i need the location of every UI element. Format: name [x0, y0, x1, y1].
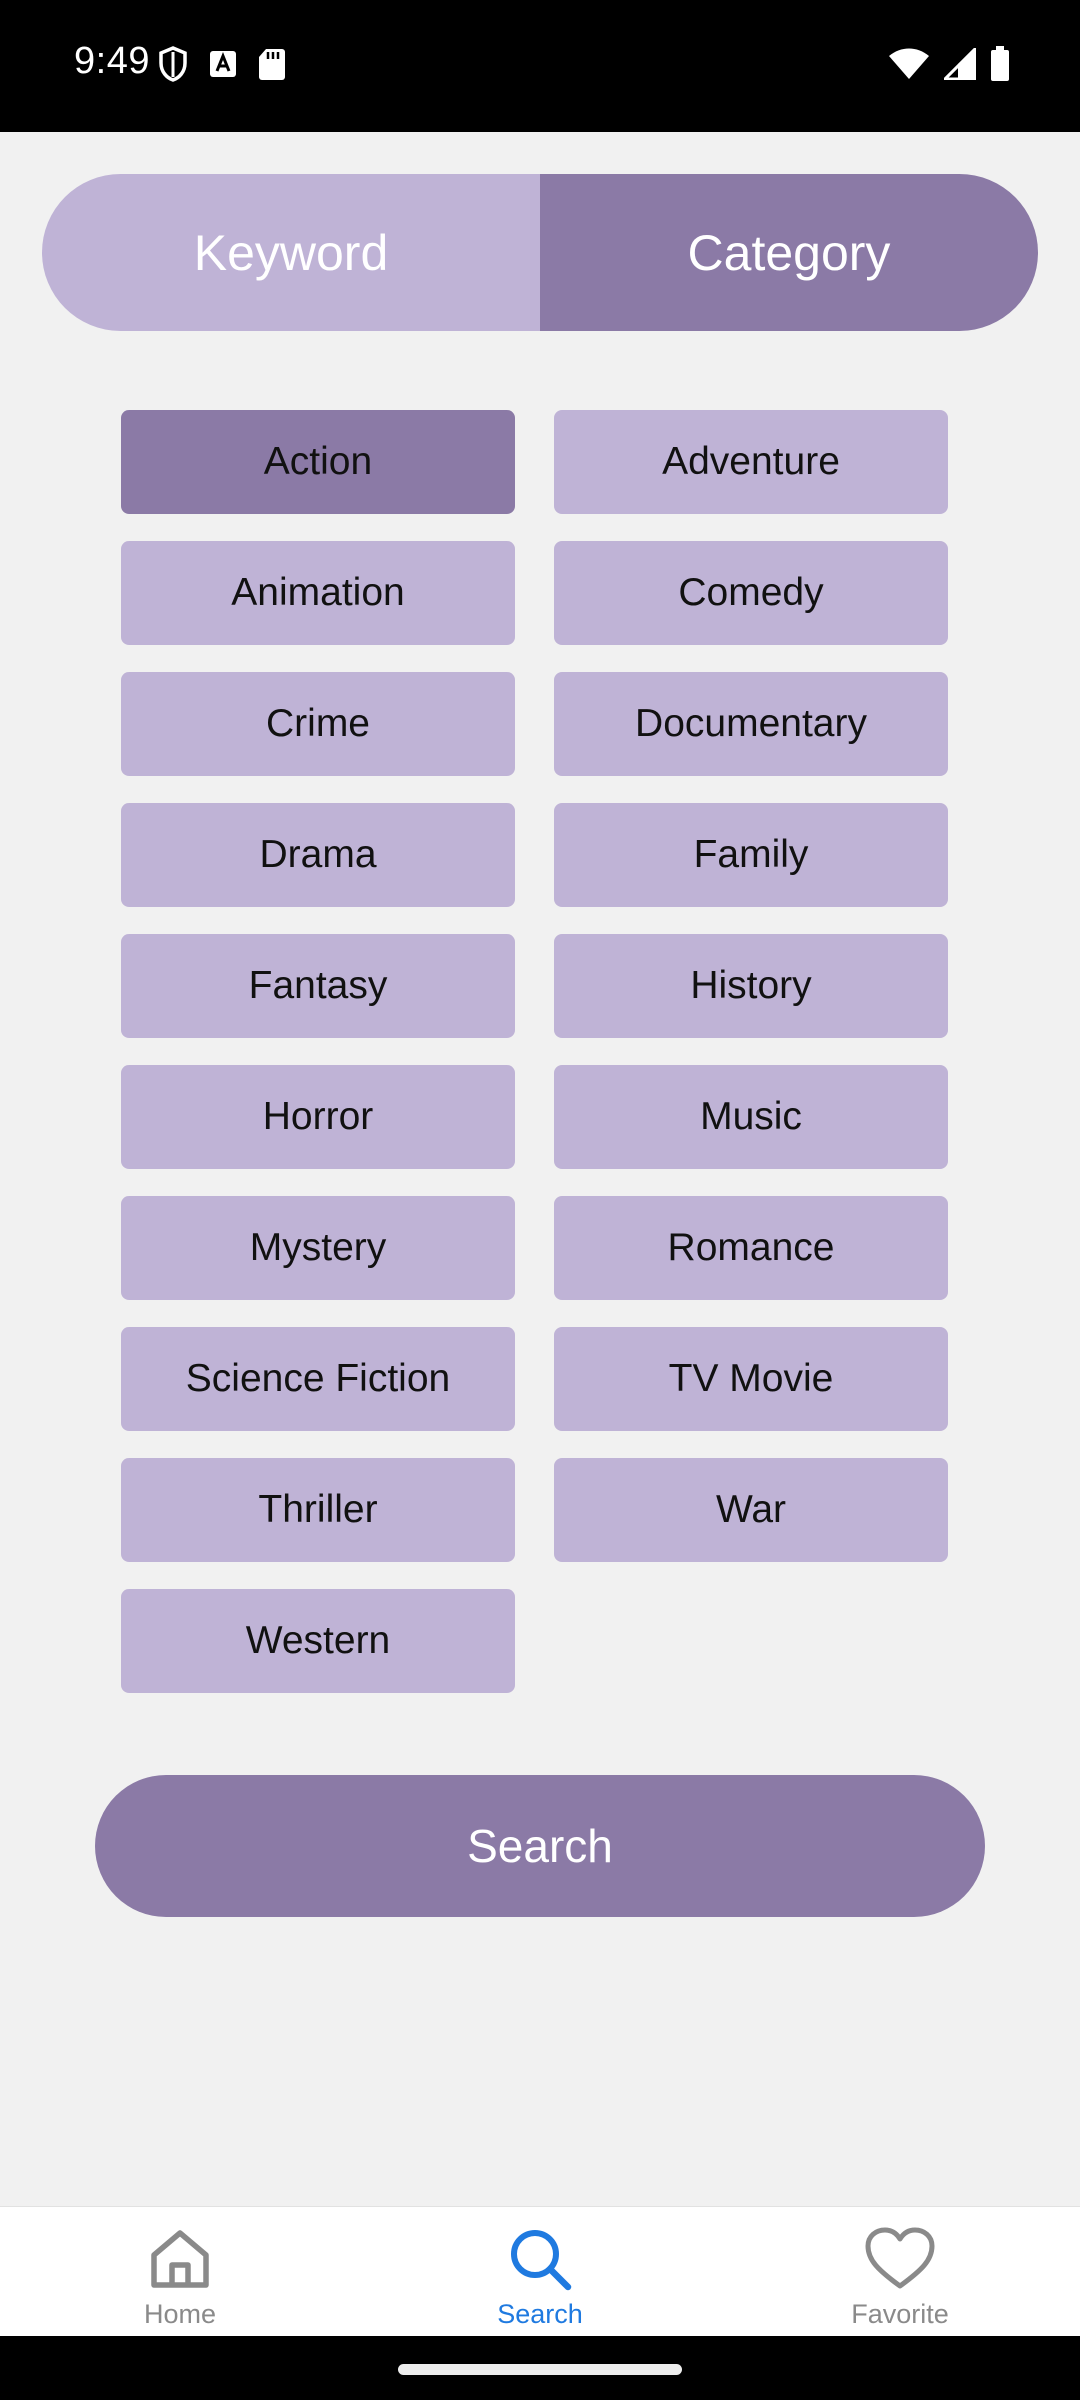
- nav-label-favorite: Favorite: [851, 2299, 949, 2329]
- nav-label-home: Home: [143, 2299, 217, 2329]
- home-gesture-handle[interactable]: [398, 2364, 682, 2375]
- bottom-nav: Home Search Favorite: [0, 2206, 1080, 2337]
- category-chip-fantasy[interactable]: Fantasy: [121, 934, 515, 1038]
- tab-keyword-label: Keyword: [193, 224, 389, 281]
- category-chip-science-fiction[interactable]: Science Fiction: [121, 1327, 515, 1431]
- category-chip-music[interactable]: Music: [554, 1065, 948, 1169]
- status-time: 9:49: [74, 40, 150, 82]
- category-grid: Action Adventure Animation Comedy Crime …: [121, 410, 948, 1693]
- nav-item-home[interactable]: Home: [0, 2207, 360, 2337]
- category-chip-comedy[interactable]: Comedy: [554, 541, 948, 645]
- category-chip-western[interactable]: Western: [121, 1589, 515, 1693]
- status-right-icons: [888, 45, 1010, 87]
- category-chip-documentary[interactable]: Documentary: [554, 672, 948, 776]
- category-chip-horror[interactable]: Horror: [121, 1065, 515, 1169]
- category-chip-drama[interactable]: Drama: [121, 803, 515, 907]
- category-chip-history[interactable]: History: [554, 934, 948, 1038]
- status-bar: 9:49: [0, 0, 1080, 132]
- tab-category[interactable]: Category: [540, 174, 1038, 331]
- nav-item-search[interactable]: Search: [360, 2207, 720, 2337]
- home-icon: [146, 2221, 214, 2297]
- category-chip-action[interactable]: Action: [121, 410, 515, 514]
- category-chip-tv-movie[interactable]: TV Movie: [554, 1327, 948, 1431]
- search-button-label: Search: [467, 1820, 613, 1872]
- a-keyboard-icon: [208, 49, 238, 84]
- gesture-bar: [0, 2336, 1080, 2400]
- battery-icon: [990, 46, 1010, 87]
- category-chip-mystery[interactable]: Mystery: [121, 1196, 515, 1300]
- search-button[interactable]: Search: [95, 1775, 985, 1917]
- wifi-icon: [888, 48, 930, 85]
- sd-card-icon: [258, 47, 286, 86]
- category-chip-thriller[interactable]: Thriller: [121, 1458, 515, 1562]
- category-chip-animation[interactable]: Animation: [121, 541, 515, 645]
- heart-icon: [864, 2221, 936, 2297]
- nav-item-favorite[interactable]: Favorite: [720, 2207, 1080, 2337]
- nav-label-search: Search: [497, 2299, 583, 2329]
- category-chip-romance[interactable]: Romance: [554, 1196, 948, 1300]
- search-icon: [506, 2221, 574, 2297]
- tab-keyword[interactable]: Keyword: [42, 174, 540, 331]
- category-chip-family[interactable]: Family: [554, 803, 948, 907]
- signal-icon: [941, 45, 977, 85]
- status-left-icons: [158, 46, 286, 87]
- tab-category-label: Category: [687, 224, 891, 281]
- shield-icon: [158, 46, 188, 87]
- category-chip-adventure[interactable]: Adventure: [554, 410, 948, 514]
- search-mode-toggle: Keyword Category: [42, 174, 1038, 331]
- category-chip-war[interactable]: War: [554, 1458, 948, 1562]
- category-chip-crime[interactable]: Crime: [121, 672, 515, 776]
